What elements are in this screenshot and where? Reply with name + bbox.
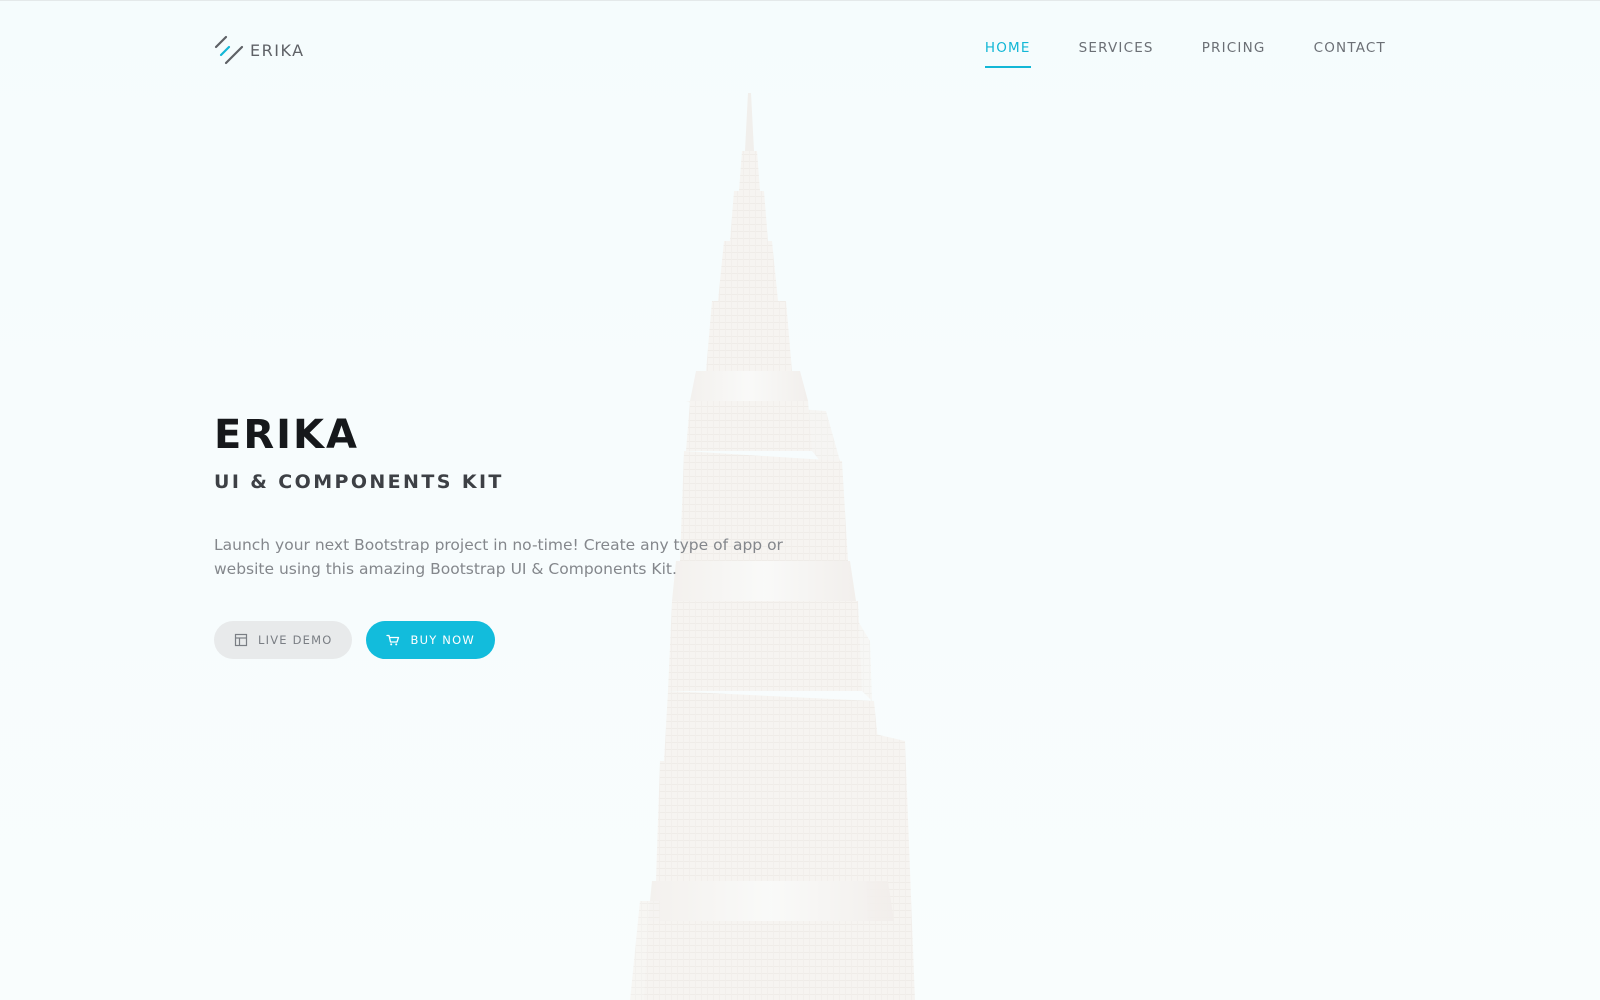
nav-link-label: CONTACT [1313,40,1386,56]
nav-link-label: SERVICES [1078,40,1154,56]
hero-actions: LIVE DEMO BUY NOW [214,621,854,659]
nav-link-home[interactable]: HOME [984,40,1031,68]
landing-page: ERIKA HOME SERVICES PRICING CONTACT ERIK… [0,0,1600,1000]
top-navbar: ERIKA HOME SERVICES PRICING CONTACT [214,31,1386,75]
live-demo-button[interactable]: LIVE DEMO [214,621,353,659]
brand-logo-link[interactable]: ERIKA [214,35,305,65]
active-nav-indicator [984,66,1031,68]
slashes-logo-icon [214,35,244,65]
hero-section: ERIKA UI & COMPONENTS KIT Launch your ne… [214,413,854,659]
hero-title: ERIKA [214,412,359,458]
hero-subtitle: UI & COMPONENTS KIT [214,471,504,493]
brand-name: ERIKA [250,40,305,60]
nav-link-label: HOME [984,40,1031,56]
nav-link-contact[interactable]: CONTACT [1314,40,1386,68]
nav-menu: HOME SERVICES PRICING CONTACT [937,40,1386,68]
buy-now-button[interactable]: BUY NOW [366,621,495,659]
live-demo-label: LIVE DEMO [258,633,333,647]
hero-description: Launch your next Bootstrap project in no… [214,536,783,578]
cart-icon [386,634,400,646]
buy-now-label: BUY NOW [410,633,475,647]
nav-link-label: PRICING [1201,40,1266,56]
nav-link-pricing[interactable]: PRICING [1202,40,1266,68]
layout-icon [234,633,248,647]
nav-link-services[interactable]: SERVICES [1079,40,1154,68]
